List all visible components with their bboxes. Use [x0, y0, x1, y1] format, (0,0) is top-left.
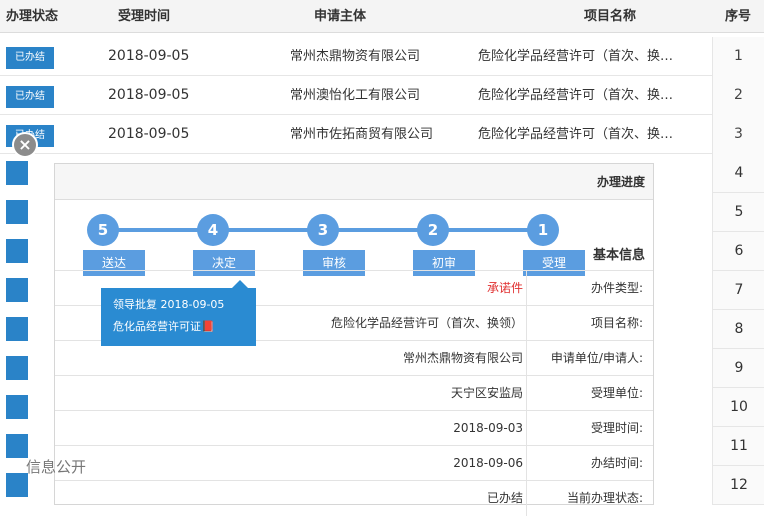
info-label: 受理单位:	[526, 376, 653, 411]
info-value: 已办结	[486, 491, 523, 505]
step-tooltip: 领导批复 2018-09-05 危化品经营许可证📕	[101, 280, 256, 346]
section-title: 基本信息	[592, 248, 645, 263]
table-row[interactable]: 已办结 2018-09-05 常州澳怡化工有限公司 危险化学品经营许可（首次、换…	[0, 76, 764, 115]
status-button[interactable]	[6, 356, 28, 380]
status-button[interactable]	[6, 278, 28, 302]
info-value: 常州杰鼎物资有限公司	[402, 351, 523, 365]
status-button[interactable]	[6, 473, 28, 497]
status-button[interactable]: 已办结	[6, 86, 54, 108]
row-item[interactable]: 危险化学品经营许可（首次、换…	[478, 115, 703, 154]
row-index: 1	[712, 37, 764, 76]
row-date: 2018-09-05	[108, 126, 190, 142]
table-row[interactable]: 已办结 2018-09-05 常州杰鼎物资有限公司 危险化学品经营许可（首次、换…	[0, 37, 764, 76]
table-row: 10	[712, 388, 764, 427]
info-value: 承诺件	[486, 281, 523, 295]
table-header: 办理状态 受理时间 申请主体 项目名称 序号	[0, 0, 764, 33]
info-value: 2018-09-03	[453, 421, 523, 435]
row-index: 4	[734, 165, 744, 181]
info-label: 当前办理状态:	[526, 481, 653, 516]
status-button[interactable]	[6, 317, 28, 341]
row-index: 11	[730, 438, 748, 454]
close-icon[interactable]: ×	[12, 132, 38, 158]
row-date: 2018-09-05	[108, 48, 190, 64]
row-index: 10	[730, 399, 748, 415]
info-label: 受理时间:	[526, 411, 653, 446]
row-applicant: 常州澳怡化工有限公司	[290, 88, 421, 103]
row-date: 2018-09-05	[108, 87, 190, 103]
table-row: 5	[712, 193, 764, 232]
progress-panel: 办理进度 1 2 3 4 5 受理 初审 审核 决定 送达 基本信息 办件类型:…	[54, 163, 654, 516]
step-circle: 3	[307, 214, 339, 246]
watermark: 信息公开	[26, 458, 87, 476]
info-value: 危险化学品经营许可（首次、换领）	[330, 316, 523, 330]
row-index: 6	[734, 243, 744, 259]
info-row: 办结时间: 2018-09-06	[55, 445, 653, 481]
tooltip-line: 领导批复 2018-09-05	[113, 298, 225, 311]
info-row: 受理时间: 2018-09-03	[55, 410, 653, 446]
info-label: 办结时间:	[526, 446, 653, 481]
panel-title: 办理进度	[55, 164, 653, 200]
row-applicant: 常州市佐拓商贸有限公司	[290, 127, 434, 142]
table-row: 4	[712, 154, 764, 193]
row-index: 12	[730, 477, 748, 493]
table-row[interactable]: 已办结 2018-09-05 常州市佐拓商贸有限公司 危险化学品经营许可（首次、…	[0, 115, 764, 154]
header-status: 办理状态	[5, 9, 58, 24]
header-date: 受理时间	[117, 9, 170, 24]
tooltip-line: 危化品经营许可证📕	[113, 320, 215, 333]
row-item[interactable]: 危险化学品经营许可（首次、换…	[478, 76, 703, 115]
info-value: 2018-09-06	[453, 456, 523, 470]
row-index: 3	[712, 115, 764, 154]
status-button[interactable]	[6, 239, 28, 263]
status-button[interactable]	[6, 200, 28, 224]
status-button[interactable]	[6, 395, 28, 419]
step-circle: 2	[417, 214, 449, 246]
step-circle: 1	[527, 214, 559, 246]
row-index: 2	[712, 76, 764, 115]
table-row: 9	[712, 349, 764, 388]
row-index: 7	[734, 282, 744, 298]
info-label: 项目名称:	[526, 306, 653, 341]
step-circle: 5	[87, 214, 119, 246]
table-row: 11	[712, 427, 764, 466]
info-row: 受理单位: 天宁区安监局	[55, 375, 653, 411]
row-index: 5	[734, 204, 744, 220]
info-label: 办件类型:	[526, 271, 653, 306]
info-row: 当前办理状态: 已办结	[55, 480, 653, 516]
header-applicant: 申请主体	[313, 9, 366, 24]
row-applicant: 常州杰鼎物资有限公司	[290, 49, 421, 64]
status-button[interactable]	[6, 161, 28, 185]
status-button[interactable]	[6, 434, 28, 458]
table-row: 7	[712, 271, 764, 310]
table-row: 6	[712, 232, 764, 271]
row-index: 9	[734, 360, 744, 376]
header-index: 序号	[724, 9, 751, 24]
table-row: 8	[712, 310, 764, 349]
table-row: 12	[712, 466, 764, 505]
step-circle: 4	[197, 214, 229, 246]
info-value: 天宁区安监局	[450, 386, 523, 400]
row-index: 8	[734, 321, 744, 337]
info-label: 申请单位/申请人:	[526, 341, 653, 376]
row-item[interactable]: 危险化学品经营许可（首次、换…	[478, 37, 703, 76]
header-item: 项目名称	[583, 9, 636, 24]
status-button[interactable]: 已办结	[6, 47, 54, 69]
